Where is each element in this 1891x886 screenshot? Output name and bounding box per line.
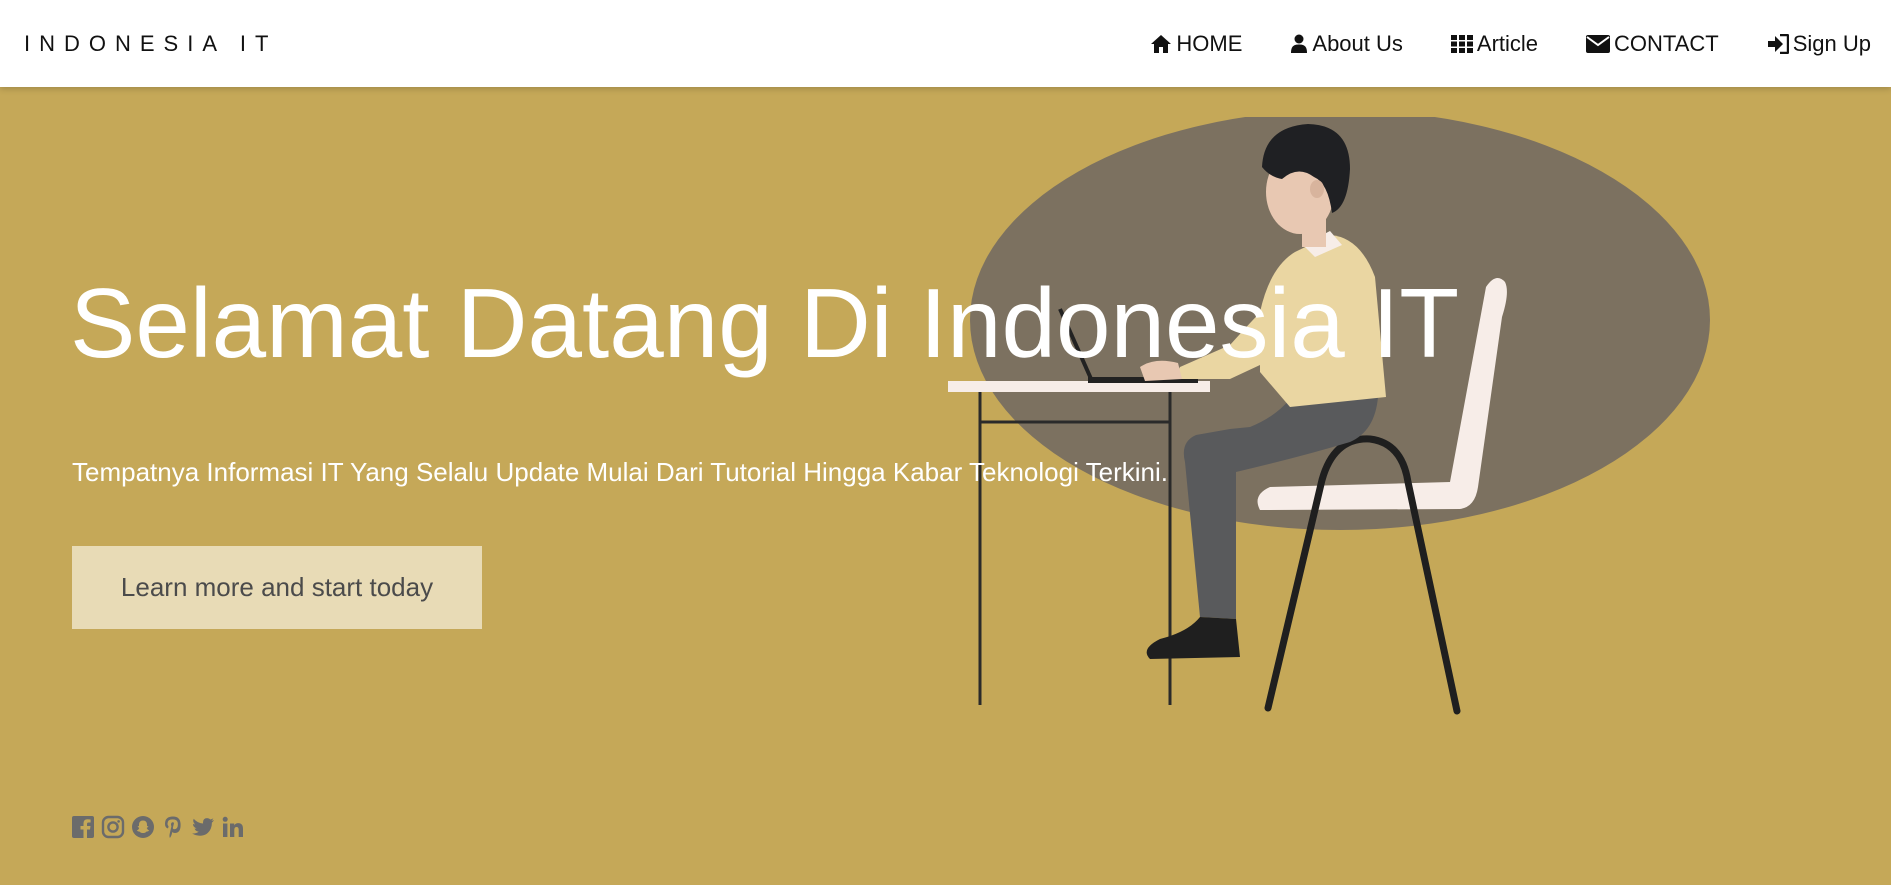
nav-item-contact[interactable]: CONTACT <box>1562 0 1743 87</box>
nav-item-article[interactable]: Article <box>1427 0 1562 87</box>
instagram-icon[interactable] <box>101 815 125 839</box>
nav-item-about-us[interactable]: About Us <box>1266 0 1427 87</box>
home-icon <box>1150 34 1172 54</box>
twitter-icon[interactable] <box>191 815 215 839</box>
learn-more-button[interactable]: Learn more and start today <box>72 546 482 629</box>
grid-icon <box>1450 34 1473 53</box>
hero-subtitle: Tempatnya Informasi IT Yang Selalu Updat… <box>72 457 1168 487</box>
social-links <box>71 815 245 839</box>
nav-item-label: CONTACT <box>1614 30 1719 56</box>
pinterest-icon[interactable] <box>161 815 185 839</box>
nav-item-label: HOME <box>1176 30 1243 56</box>
envelope-icon <box>1586 34 1611 53</box>
hero-section: Selamat Datang Di Indonesia IT Tempatnya… <box>0 87 1891 886</box>
hero-title: Selamat Datang Di Indonesia IT <box>70 268 1460 378</box>
user-icon <box>1290 34 1308 54</box>
nav-item-home[interactable]: HOME <box>1126 0 1266 87</box>
nav-item-label: Article <box>1476 30 1539 56</box>
brand-logo[interactable]: INDONESIA IT <box>24 31 277 57</box>
linkedin-icon[interactable] <box>221 815 245 839</box>
snapchat-icon[interactable] <box>131 815 155 839</box>
nav-item-label: Sign Up <box>1792 30 1871 56</box>
nav-item-sign-up[interactable]: Sign Up <box>1743 0 1871 87</box>
top-navbar: INDONESIA IT HOME About Us Article CONTA… <box>0 0 1891 87</box>
facebook-icon[interactable] <box>71 815 95 839</box>
nav-links: HOME About Us Article CONTACT Sign Up <box>1126 0 1871 87</box>
sign-in-icon <box>1767 33 1789 54</box>
nav-item-label: About Us <box>1312 30 1403 56</box>
